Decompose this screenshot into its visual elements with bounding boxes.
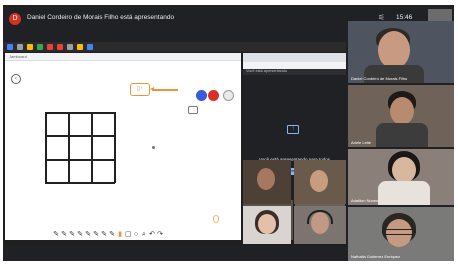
grid-line (68, 112, 70, 183)
circle-icon[interactable]: ○ (133, 231, 139, 239)
folder-icon[interactable] (27, 44, 33, 50)
pen-tool-icon[interactable]: ✎ (109, 231, 115, 239)
screen: D Daniel Cordeiro de Morais Filho está a… (0, 0, 458, 264)
glasses (382, 229, 416, 235)
back-icon[interactable]: ‹ (11, 74, 21, 84)
pen-tool-icon[interactable]: ✎ (93, 231, 99, 239)
search-icon[interactable]: ⌕ (141, 231, 147, 239)
cursor (152, 146, 155, 149)
comment-icon[interactable] (188, 106, 198, 114)
frame-icon[interactable]: ▢ (125, 231, 132, 239)
participant-name: Daniel Cordeiro de Morais Filho (351, 76, 408, 81)
participant-tile[interactable]: Nathalia Gutierrez Enriquez (348, 207, 454, 261)
presenting-subheader-text: Você está apresentando (246, 69, 287, 73)
app-icon[interactable] (67, 44, 73, 50)
pen-tool-icon[interactable]: ✎ (85, 231, 91, 239)
grid-line (91, 112, 93, 183)
chrome-icon[interactable] (47, 44, 53, 50)
grid-line (45, 182, 115, 184)
presenting-status: Daniel Cordeiro de Morais Filho está apr… (27, 14, 175, 21)
clock: 15:46 (396, 14, 413, 21)
app-icon[interactable] (77, 44, 83, 50)
user-avatar[interactable] (196, 90, 207, 101)
pen-tool-icon[interactable]: ✎ (101, 231, 107, 239)
headphones (307, 210, 333, 224)
whiteboard-title: Jamboard (9, 54, 27, 59)
app-icon[interactable] (37, 44, 43, 50)
grid-line (45, 112, 115, 114)
grid-line (114, 112, 116, 183)
pen-toolbar: ✎ ✎ ✎ ✎ ✎ ✎ ✎ ✎ ▮ ▢ ○ ⌕ ↶ ↷ (53, 230, 193, 239)
pen-tool-icon[interactable]: ✎ (77, 231, 83, 239)
start-icon[interactable] (7, 44, 13, 50)
pen-tool-icon[interactable]: ✎ (69, 231, 75, 239)
sticky-mark (213, 215, 219, 223)
participant-tile[interactable]: Ariele Leite (348, 85, 454, 147)
pen-tool-icon[interactable]: ✎ (61, 231, 67, 239)
annotation-box: ▯↑ (130, 83, 150, 96)
participant-face (310, 170, 328, 192)
app-icon[interactable] (87, 44, 93, 50)
annotation-arrow (150, 87, 178, 91)
undo-icon[interactable]: ↶ (149, 231, 155, 239)
participant-tile[interactable]: Daniel Cordeiro de Morais Filho (348, 21, 454, 83)
participant-tile[interactable] (294, 206, 346, 244)
highlighter-icon[interactable]: ▮ (117, 231, 123, 239)
address-bar[interactable] (243, 62, 346, 69)
participant-shirt (378, 181, 430, 205)
browser-tabs[interactable] (243, 53, 346, 62)
participant-face (258, 214, 276, 234)
meet-window: D Daniel Cordeiro de Morais Filho está a… (3, 5, 454, 261)
participant-name: Adailton Nunes (351, 198, 379, 203)
participant-shirt (376, 123, 428, 147)
grid-line (45, 159, 115, 161)
whiteboard[interactable]: Jamboard ‹ ▯↑ ✎ ✎ ✎ ✎ ✎ ✎ ✎ ✎ ▮ ▢ ○ ⌕ ↶ … (5, 53, 241, 240)
participant-face (257, 168, 275, 190)
redo-icon[interactable]: ↷ (157, 231, 163, 239)
grid-line (45, 112, 47, 183)
app-icon[interactable] (17, 44, 23, 50)
drawn-grid (45, 112, 116, 184)
presenting-subheader: Você está apresentando (243, 69, 346, 75)
more-icon[interactable] (223, 90, 234, 101)
participant-face (390, 97, 414, 125)
whiteboard-header: Jamboard (5, 53, 241, 61)
participant-tile[interactable] (243, 160, 291, 204)
present-screen-icon: ↑ (287, 125, 299, 134)
presenter-avatar: D (9, 13, 21, 25)
participant-tile[interactable] (243, 206, 291, 244)
pen-tool-icon[interactable]: ✎ (53, 231, 59, 239)
taskbar (3, 42, 346, 52)
participant-tile[interactable] (294, 160, 346, 204)
participant-name: Ariele Leite (351, 140, 372, 145)
participant-face (392, 157, 416, 183)
grid-line (45, 135, 115, 137)
user-avatar[interactable] (208, 90, 219, 101)
app-icon[interactable] (57, 44, 63, 50)
participant-tile[interactable]: Adailton Nunes (348, 149, 454, 205)
participant-name: Nathalia Gutierrez Enriquez (351, 254, 401, 259)
participant-face (378, 31, 410, 69)
